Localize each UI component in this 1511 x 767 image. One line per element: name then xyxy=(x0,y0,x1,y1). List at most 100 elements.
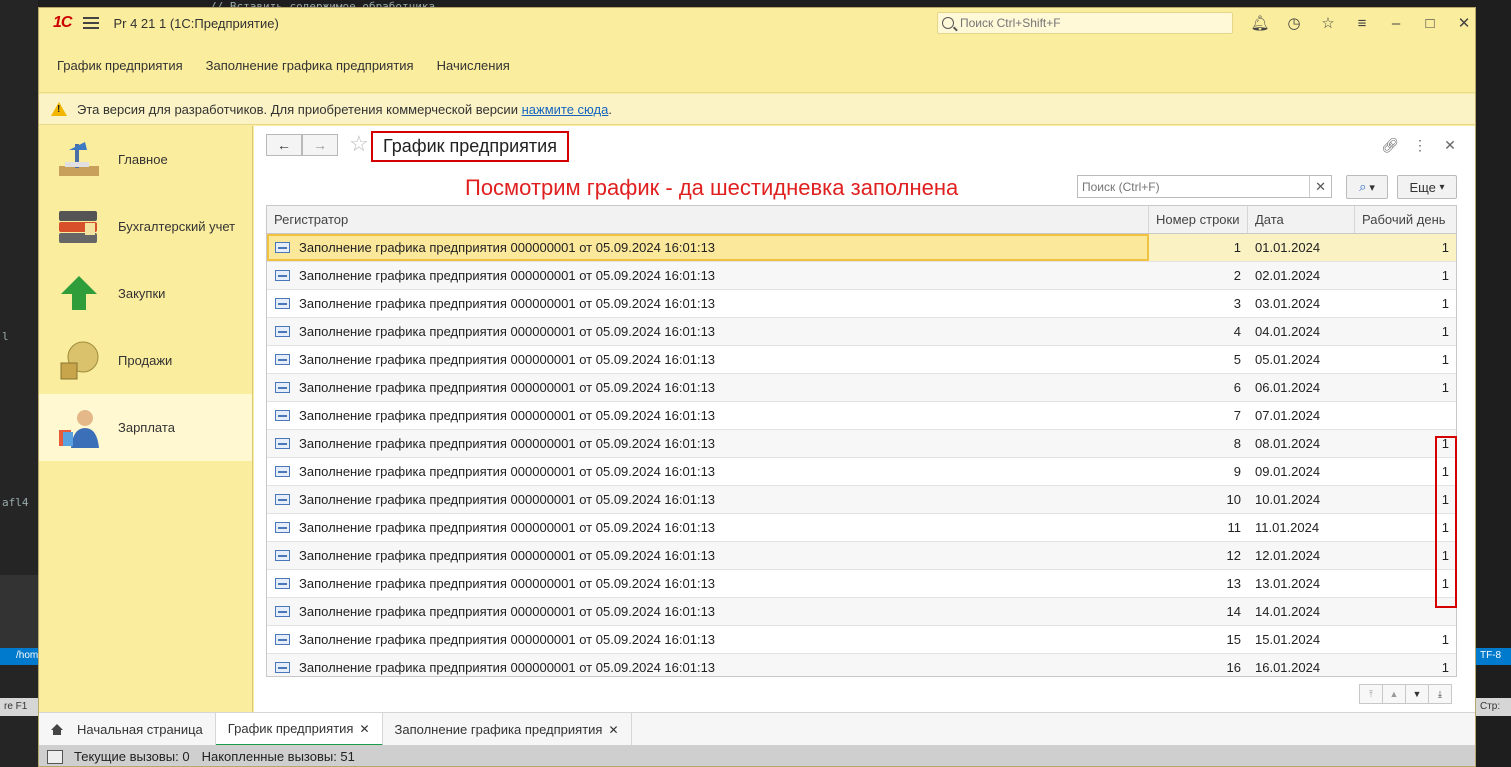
cell-date[interactable]: 01.01.2024 xyxy=(1248,234,1355,261)
table-row[interactable]: Заполнение графика предприятия 000000001… xyxy=(267,290,1456,318)
scroll-last-icon[interactable]: ⤓ xyxy=(1428,684,1452,704)
tab-home[interactable]: Начальная страница xyxy=(39,713,216,746)
cell-date[interactable]: 04.01.2024 xyxy=(1248,318,1355,345)
cell-workday[interactable]: 1 xyxy=(1355,234,1456,261)
cell-workday[interactable]: 1 xyxy=(1355,374,1456,401)
table-row[interactable]: Заполнение графика предприятия 000000001… xyxy=(267,598,1456,626)
cell-registrar[interactable]: Заполнение графика предприятия 000000001… xyxy=(267,486,1149,513)
cell-date[interactable]: 10.01.2024 xyxy=(1248,486,1355,513)
cell-date[interactable]: 07.01.2024 xyxy=(1248,402,1355,429)
table-row[interactable]: Заполнение графика предприятия 000000001… xyxy=(267,542,1456,570)
cell-line-number[interactable]: 4 xyxy=(1149,318,1248,345)
cell-registrar[interactable]: Заполнение графика предприятия 000000001… xyxy=(267,346,1149,373)
cell-line-number[interactable]: 16 xyxy=(1149,654,1248,676)
sidebar-item-sales[interactable]: Продажи xyxy=(39,327,252,394)
cell-registrar[interactable]: Заполнение графика предприятия 000000001… xyxy=(267,402,1149,429)
find-button[interactable]: ⌕ ▾ xyxy=(1346,175,1388,199)
tab-schedule-fill[interactable]: Заполнение графика предприятия ✕ xyxy=(383,713,632,746)
close-icon[interactable]: ✕ xyxy=(1447,11,1475,35)
cell-registrar[interactable]: Заполнение графика предприятия 000000001… xyxy=(267,430,1149,457)
table-row[interactable]: Заполнение графика предприятия 000000001… xyxy=(267,514,1456,542)
table-search-input[interactable] xyxy=(1078,179,1310,194)
clear-search-icon[interactable]: ✕ xyxy=(1309,176,1331,197)
cell-date[interactable]: 03.01.2024 xyxy=(1248,290,1355,317)
cell-workday[interactable]: 1 xyxy=(1355,318,1456,345)
cell-workday[interactable]: 1 xyxy=(1355,654,1456,676)
cell-registrar[interactable]: Заполнение графика предприятия 000000001… xyxy=(267,262,1149,289)
cell-registrar[interactable]: Заполнение графика предприятия 000000001… xyxy=(267,570,1149,597)
tab-schedule[interactable]: График предприятия ✕ xyxy=(215,713,383,746)
more-vert-icon[interactable]: ⋮ xyxy=(1405,135,1435,155)
cell-date[interactable]: 16.01.2024 xyxy=(1248,654,1355,676)
cell-line-number[interactable]: 10 xyxy=(1149,486,1248,513)
sidebar-item-accounting[interactable]: Бухгалтерский учет xyxy=(39,193,252,260)
cell-date[interactable]: 11.01.2024 xyxy=(1248,514,1355,541)
cell-registrar[interactable]: Заполнение графика предприятия 000000001… xyxy=(267,234,1149,261)
table-row[interactable]: Заполнение графика предприятия 000000001… xyxy=(267,234,1456,262)
section-link-schedule[interactable]: График предприятия xyxy=(57,58,183,73)
table-row[interactable]: Заполнение графика предприятия 000000001… xyxy=(267,430,1456,458)
cell-date[interactable]: 05.01.2024 xyxy=(1248,346,1355,373)
forward-button[interactable]: → xyxy=(302,134,338,156)
scroll-up-icon[interactable]: ▲ xyxy=(1382,684,1406,704)
cell-workday[interactable]: 1 xyxy=(1355,346,1456,373)
cell-line-number[interactable]: 5 xyxy=(1149,346,1248,373)
cell-registrar[interactable]: Заполнение графика предприятия 000000001… xyxy=(267,542,1149,569)
cell-date[interactable]: 15.01.2024 xyxy=(1248,626,1355,653)
table-row[interactable]: Заполнение графика предприятия 000000001… xyxy=(267,318,1456,346)
sidebar-item-purchases[interactable]: Закупки xyxy=(39,260,252,327)
favorite-star-icon[interactable]: ☆ xyxy=(349,131,369,157)
cell-registrar[interactable]: Заполнение графика предприятия 000000001… xyxy=(267,318,1149,345)
cell-registrar[interactable]: Заполнение графика предприятия 000000001… xyxy=(267,598,1149,625)
calls-icon[interactable] xyxy=(47,749,63,764)
warning-link[interactable]: нажмите сюда xyxy=(522,102,609,117)
history-icon[interactable]: ◷ xyxy=(1277,11,1311,35)
col-header-workday[interactable]: Рабочий день xyxy=(1355,206,1456,233)
cell-registrar[interactable]: Заполнение графика предприятия 000000001… xyxy=(267,626,1149,653)
cell-line-number[interactable]: 3 xyxy=(1149,290,1248,317)
sidebar-item-salary[interactable]: Зарплата xyxy=(39,394,252,461)
col-header-registrar[interactable]: Регистратор xyxy=(267,206,1149,233)
cell-registrar[interactable]: Заполнение графика предприятия 000000001… xyxy=(267,290,1149,317)
back-button[interactable]: ← xyxy=(266,134,302,156)
table-row[interactable]: Заполнение графика предприятия 000000001… xyxy=(267,458,1456,486)
cell-line-number[interactable]: 2 xyxy=(1149,262,1248,289)
favorites-star-icon[interactable]: ☆ xyxy=(1311,11,1345,35)
table-row[interactable]: Заполнение графика предприятия 000000001… xyxy=(267,570,1456,598)
form-close-icon[interactable]: ✕ xyxy=(1435,135,1465,155)
cell-line-number[interactable]: 8 xyxy=(1149,430,1248,457)
cell-line-number[interactable]: 6 xyxy=(1149,374,1248,401)
cell-workday[interactable]: 1 xyxy=(1355,290,1456,317)
scroll-first-icon[interactable]: ⤒ xyxy=(1359,684,1383,704)
more-button[interactable]: Еще ▾ xyxy=(1397,175,1457,199)
cell-date[interactable]: 09.01.2024 xyxy=(1248,458,1355,485)
cell-line-number[interactable]: 7 xyxy=(1149,402,1248,429)
global-search[interactable] xyxy=(937,12,1233,34)
cell-registrar[interactable]: Заполнение графика предприятия 000000001… xyxy=(267,514,1149,541)
cell-line-number[interactable]: 1 xyxy=(1149,234,1248,261)
tab-close-icon[interactable]: ✕ xyxy=(359,722,369,736)
bell-icon[interactable]: 🔔︎ xyxy=(1243,11,1277,35)
sidebar-item-main[interactable]: Главное xyxy=(39,126,252,193)
cell-date[interactable]: 08.01.2024 xyxy=(1248,430,1355,457)
cell-registrar[interactable]: Заполнение графика предприятия 000000001… xyxy=(267,458,1149,485)
cell-date[interactable]: 12.01.2024 xyxy=(1248,542,1355,569)
cell-line-number[interactable]: 11 xyxy=(1149,514,1248,541)
menu-icon[interactable] xyxy=(83,17,100,29)
cell-registrar[interactable]: Заполнение графика предприятия 000000001… xyxy=(267,654,1149,676)
cell-date[interactable]: 06.01.2024 xyxy=(1248,374,1355,401)
table-row[interactable]: Заполнение графика предприятия 000000001… xyxy=(267,486,1456,514)
tab-close-icon[interactable]: ✕ xyxy=(608,723,618,737)
cell-date[interactable]: 14.01.2024 xyxy=(1248,598,1355,625)
table-row[interactable]: Заполнение графика предприятия 000000001… xyxy=(267,262,1456,290)
cell-workday[interactable]: 1 xyxy=(1355,626,1456,653)
table-row[interactable]: Заполнение графика предприятия 000000001… xyxy=(267,654,1456,676)
cell-line-number[interactable]: 14 xyxy=(1149,598,1248,625)
cell-registrar[interactable]: Заполнение графика предприятия 000000001… xyxy=(267,374,1149,401)
maximize-icon[interactable]: □ xyxy=(1413,11,1447,35)
cell-date[interactable]: 02.01.2024 xyxy=(1248,262,1355,289)
minimize-icon[interactable]: – xyxy=(1379,11,1413,35)
cell-line-number[interactable]: 12 xyxy=(1149,542,1248,569)
col-header-line-number[interactable]: Номер строки xyxy=(1149,206,1248,233)
table-row[interactable]: Заполнение графика предприятия 000000001… xyxy=(267,346,1456,374)
